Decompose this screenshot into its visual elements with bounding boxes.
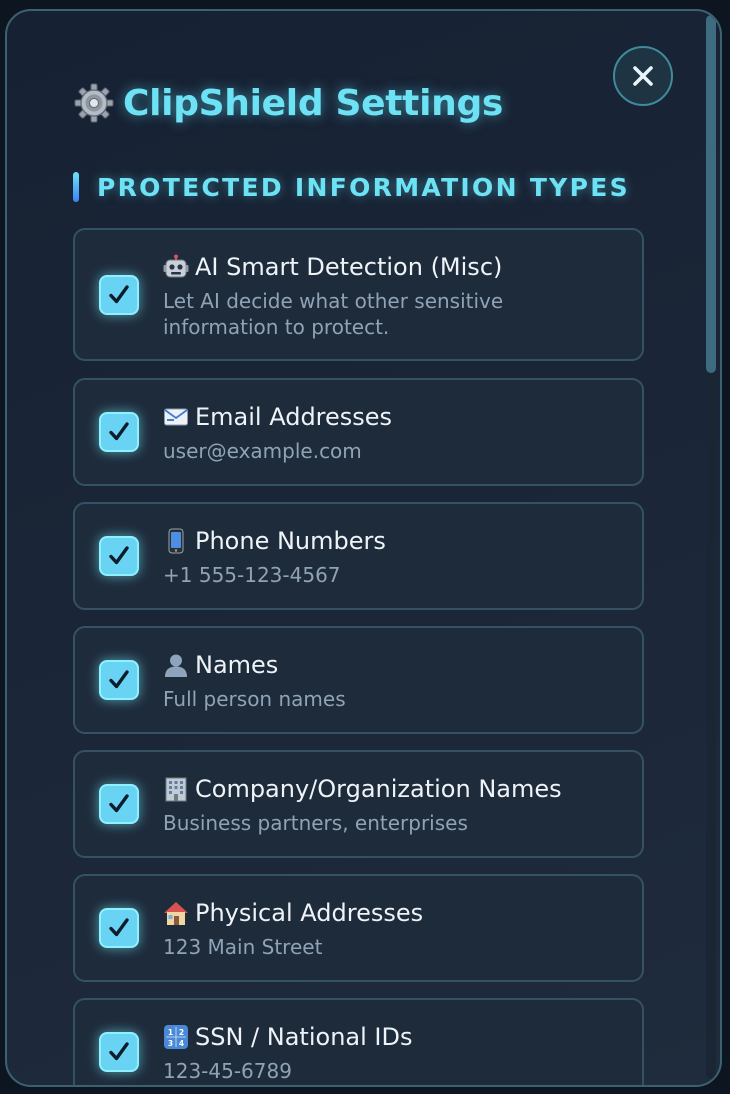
- section-title: PROTECTED INFORMATION TYPES: [97, 172, 630, 202]
- checkmark-icon: [109, 422, 129, 441]
- option-ssn-national-ids[interactable]: 1 2 3 4 SSN / National IDs 123-45-6789: [73, 998, 644, 1085]
- option-description: +1 555-123-4567: [163, 563, 341, 587]
- page-title: ClipShield Settings: [73, 81, 503, 125]
- close-icon: [633, 66, 653, 86]
- option-company-names[interactable]: Company/Organization Names Business part…: [73, 750, 644, 858]
- option-label: Phone Numbers: [195, 527, 386, 555]
- checkbox-company-names[interactable]: [99, 784, 139, 824]
- checkbox-names[interactable]: [99, 660, 139, 700]
- checkmark-icon: [109, 794, 129, 813]
- option-ai-smart-detection[interactable]: AI Smart Detection (Misc) Let AI decide …: [73, 228, 644, 361]
- person-icon: [165, 654, 187, 677]
- checkbox-ai-smart-detection[interactable]: [99, 275, 139, 315]
- checkbox-ssn-national-ids[interactable]: [99, 1032, 139, 1072]
- option-phone-numbers[interactable]: Phone Numbers +1 555-123-4567: [73, 502, 644, 610]
- option-description: Business partners, enterprises: [163, 811, 468, 835]
- option-description: 123-45-6789: [163, 1059, 292, 1083]
- svg-text:4: 4: [179, 1039, 184, 1048]
- option-title: Phone Numbers: [163, 526, 386, 556]
- section-header: PROTECTED INFORMATION TYPES: [73, 171, 630, 203]
- checkbox-email-addresses[interactable]: [99, 412, 139, 452]
- scrollbar[interactable]: [706, 15, 716, 1079]
- house-icon: [164, 902, 188, 925]
- option-title: AI Smart Detection (Misc): [163, 252, 502, 282]
- close-button[interactable]: [613, 46, 673, 106]
- checkmark-icon: [109, 918, 129, 937]
- option-names[interactable]: Names Full person names: [73, 626, 644, 734]
- checkbox-phone-numbers[interactable]: [99, 536, 139, 576]
- option-title: Company/Organization Names: [163, 774, 562, 804]
- option-description: user@example.com: [163, 439, 362, 463]
- option-physical-addresses[interactable]: Physical Addresses 123 Main Street: [73, 874, 644, 982]
- scrollbar-thumb[interactable]: [706, 15, 716, 373]
- option-label: Company/Organization Names: [195, 775, 562, 803]
- option-email-addresses[interactable]: Email Addresses user@example.com: [73, 378, 644, 486]
- checkmark-icon: [109, 546, 129, 565]
- checkmark-icon: [109, 670, 129, 689]
- svg-text:1: 1: [168, 1028, 173, 1037]
- option-label: Physical Addresses: [195, 899, 424, 927]
- option-description: Full person names: [163, 687, 346, 711]
- title-text: ClipShield Settings: [123, 82, 504, 124]
- option-label: Names: [195, 651, 279, 679]
- section-accent-bar: [73, 172, 79, 202]
- option-title: Names: [163, 650, 278, 680]
- svg-text:3: 3: [168, 1039, 173, 1048]
- option-description: 123 Main Street: [163, 935, 323, 959]
- option-title: Physical Addresses: [163, 898, 423, 928]
- numbers-icon: 1 2 3 4: [164, 1025, 188, 1049]
- robot-icon: [163, 254, 189, 278]
- option-title: 1 2 3 4 SSN / National IDs: [163, 1022, 412, 1052]
- checkmark-icon: [109, 285, 129, 304]
- option-label: AI Smart Detection (Misc): [195, 253, 503, 281]
- checkmark-icon: [109, 1042, 129, 1061]
- settings-panel: ClipShield Settings PROTECTED INFORMATIO…: [5, 9, 722, 1087]
- checkbox-physical-addresses[interactable]: [99, 908, 139, 948]
- option-label: SSN / National IDs: [195, 1023, 413, 1051]
- option-label: Email Addresses: [195, 403, 393, 431]
- email-icon: [164, 408, 188, 426]
- office-building-icon: [165, 777, 187, 802]
- option-title: Email Addresses: [163, 402, 392, 432]
- gear-icon: [73, 82, 115, 124]
- mobile-phone-icon: [168, 528, 184, 554]
- svg-text:2: 2: [179, 1028, 184, 1037]
- option-description: Let AI decide what other sensitive infor…: [163, 289, 504, 339]
